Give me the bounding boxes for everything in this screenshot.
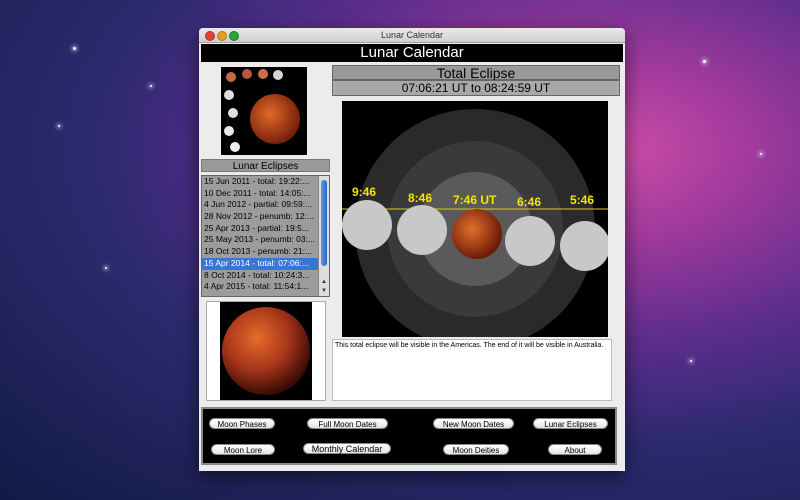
list-item[interactable]: 8 Oct 2014 - total: 10:24:3... [202,270,319,282]
list-item[interactable]: 18 Oct 2013 - penumb: 21:... [202,246,319,258]
star [703,60,706,63]
list-item[interactable]: 25 Apr 2013 - partial: 19:5... [202,223,319,235]
time-label: 6:46 [517,195,541,209]
eclipse-description: This total eclipse will be visible in th… [332,339,612,401]
title-bar[interactable]: Lunar Calendar [199,28,625,43]
list-item[interactable]: 4 Apr 2015 - total: 11:54:1... [202,281,319,293]
moon-phases-image [221,67,307,155]
scroll-up-arrow-icon[interactable]: ▲ [320,278,328,286]
moon-phases-button[interactable]: Moon Phases [209,418,275,429]
list-item-selected[interactable]: 15 Apr 2014 - total: 07:06:... [202,257,319,270]
list-item[interactable]: 28 Nov 2012 - penumb: 12:... [202,211,319,223]
list-item[interactable]: 4 Jun 2012 - partial: 09:59:... [202,199,319,211]
list-item[interactable]: 25 May 2013 - penumb: 03:... [202,234,319,246]
moon-lore-button[interactable]: Moon Lore [211,444,275,455]
time-label: 5:46 [570,193,594,207]
full-moon-dates-button[interactable]: Full Moon Dates [307,418,388,429]
app-window: Lunar Calendar Lunar Calendar Lunar Ecli… [199,28,625,471]
time-label: 7:46 UT [453,193,497,207]
moon-deities-button[interactable]: Moon Deities [443,444,509,455]
lunar-eclipses-title: Lunar Eclipses [201,159,330,172]
star [58,125,60,127]
moon-position [397,205,447,255]
window-title: Lunar Calendar [380,30,444,40]
moon-position [505,216,555,266]
list-item[interactable]: 15 Jun 2011 - total: 19:22:... [202,176,319,188]
time-label: 8:46 [408,191,432,205]
list-scrollbar[interactable]: ▲ ▼ [318,176,329,296]
lunar-eclipses-button[interactable]: Lunar Eclipses [533,418,608,429]
eclipse-list[interactable]: 15 Jun 2011 - total: 19:22:... 10 Dec 20… [201,175,330,297]
time-label: 9:46 [352,185,376,199]
star [690,360,692,362]
new-moon-dates-button[interactable]: New Moon Dates [433,418,514,429]
star [105,267,107,269]
star [760,153,762,155]
moon-position [560,221,608,271]
list-item[interactable]: 10 Dec 2011 - total: 14:05:... [202,188,319,200]
star [73,47,76,50]
monthly-calendar-button[interactable]: Monthly Calendar [303,443,391,454]
eclipse-moon-image [206,301,326,401]
app-header: Lunar Calendar [201,44,623,62]
eclipse-type-title: Total Eclipse [332,65,620,80]
eclipsed-moon [452,209,502,259]
eclipse-diagram: 9:46 8:46 7:46 UT 6:46 5:46 [342,101,608,337]
moon-position [342,200,392,250]
eclipse-time-range: 07:06:21 UT to 08:24:59 UT [332,80,620,96]
star [150,85,152,87]
scrollbar-thumb[interactable] [321,180,327,266]
about-button[interactable]: About [548,444,602,455]
navigation-panel: Moon Phases Full Moon Dates New Moon Dat… [201,407,617,465]
scroll-down-arrow-icon[interactable]: ▼ [320,287,328,295]
